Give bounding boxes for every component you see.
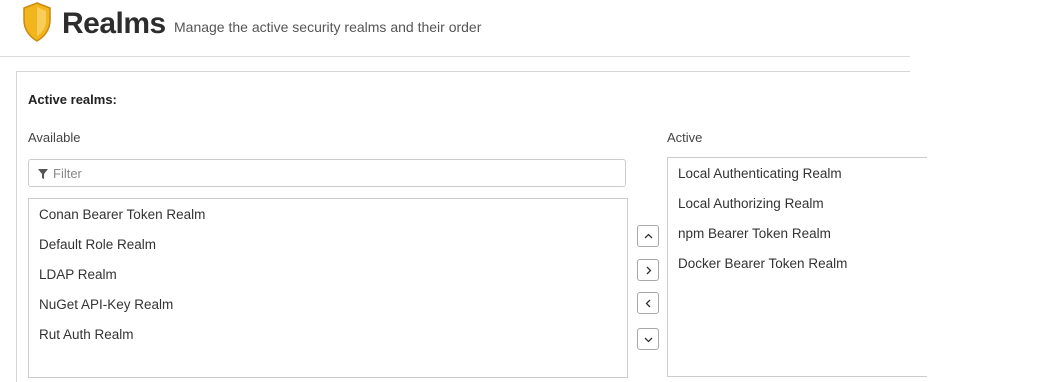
list-item[interactable]: Local Authenticating Realm — [678, 166, 842, 181]
chevron-down-icon — [644, 337, 653, 343]
move-down-button[interactable] — [637, 328, 659, 350]
header-divider — [0, 56, 910, 57]
list-item[interactable]: Conan Bearer Token Realm — [39, 207, 205, 222]
filter-icon — [38, 169, 48, 179]
available-list[interactable]: Conan Bearer Token Realm Default Role Re… — [28, 198, 628, 378]
list-item[interactable]: NuGet API-Key Realm — [39, 297, 173, 312]
page-title: Realms — [62, 7, 166, 40]
list-item[interactable]: Local Authorizing Realm — [678, 196, 824, 211]
page-subtitle: Manage the active security realms and th… — [174, 19, 482, 35]
chevron-right-icon — [646, 266, 652, 275]
move-left-button[interactable] — [637, 292, 659, 314]
section-label: Active realms: — [28, 92, 117, 107]
list-item[interactable]: Docker Bearer Token Realm — [678, 256, 847, 271]
page-header: Realms Manage the active security realms… — [0, 0, 1037, 56]
active-label: Active — [667, 130, 703, 145]
filter-input[interactable] — [53, 163, 613, 183]
move-up-button[interactable] — [637, 225, 659, 247]
shield-icon — [23, 2, 51, 42]
active-list[interactable]: Local Authenticating Realm Local Authori… — [667, 157, 927, 377]
list-item[interactable]: npm Bearer Token Realm — [678, 226, 831, 241]
filter-box[interactable] — [28, 159, 626, 187]
chevron-left-icon — [645, 299, 651, 308]
available-label: Available — [28, 130, 81, 145]
list-item[interactable]: Default Role Realm — [39, 237, 156, 252]
list-item[interactable]: Rut Auth Realm — [39, 327, 134, 342]
move-right-button[interactable] — [637, 259, 659, 281]
list-item[interactable]: LDAP Realm — [39, 267, 117, 282]
chevron-up-icon — [644, 233, 653, 239]
